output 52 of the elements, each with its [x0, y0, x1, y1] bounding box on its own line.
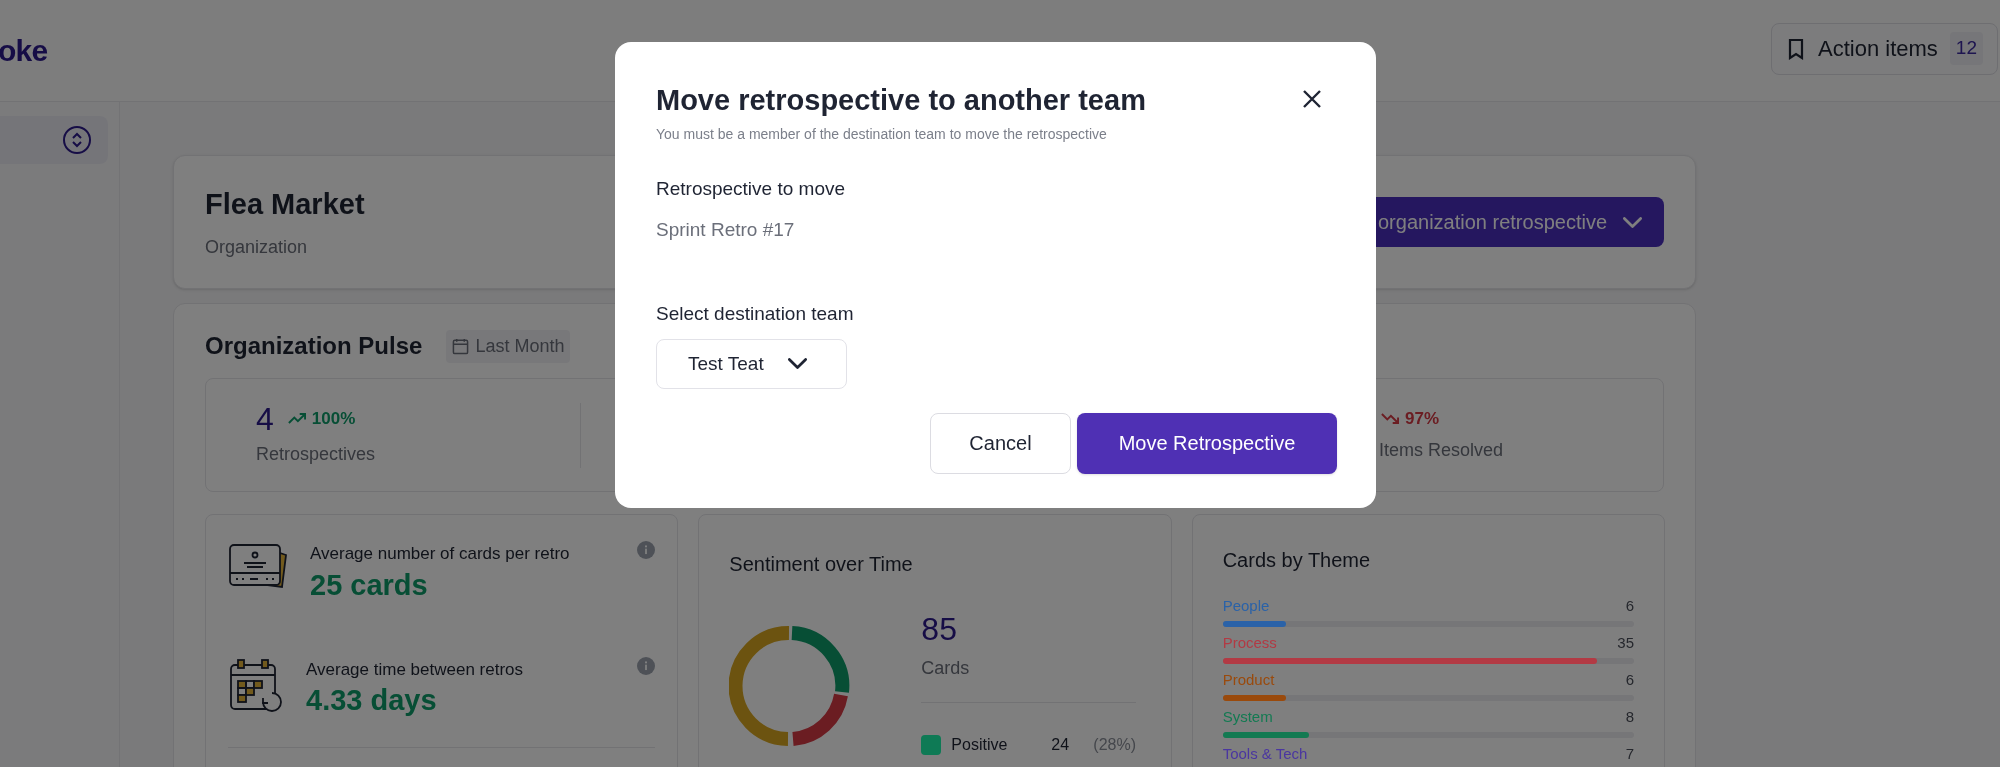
theme-count: 6	[1625, 671, 1634, 689]
pulse-title: Organization Pulse	[205, 331, 423, 361]
logo[interactable]: oke	[0, 28, 48, 73]
close-icon	[1302, 89, 1322, 109]
total-label: Cards	[921, 655, 1137, 703]
cancel-button[interactable]: Cancel	[930, 412, 1071, 474]
stat-change: 100%	[311, 407, 356, 430]
theme-label: People	[1222, 597, 1270, 615]
organization-name: Flea Market	[205, 186, 365, 222]
metric-label: Average number of cards per retro	[310, 543, 571, 565]
metric-value: 25 cards	[310, 567, 429, 603]
calendar-icon	[228, 656, 284, 713]
stat-value: 4	[256, 402, 274, 435]
organization-type: Organization	[205, 236, 309, 260]
legend-count: 24	[1051, 735, 1071, 755]
team-switcher[interactable]	[0, 116, 108, 164]
sentiment-title: Sentiment over Time	[729, 552, 914, 577]
cards-icon	[228, 541, 288, 591]
dialog-title: Move retrospective to another team	[656, 83, 1146, 118]
legend-percent: (28%)	[1093, 735, 1136, 755]
period-badge[interactable]: Last Month	[446, 329, 571, 363]
metric-label: Average time between retros	[306, 658, 525, 681]
retro-label: Retrospective to move	[656, 177, 847, 202]
info-icon[interactable]	[637, 541, 656, 559]
caret-icon	[1623, 216, 1642, 228]
theme-label: Tools & Tech	[1222, 745, 1308, 763]
calendar-icon	[452, 337, 470, 355]
legend-label: Positive	[951, 735, 1009, 755]
info-icon[interactable]	[637, 656, 656, 675]
team-label: Select destination team	[656, 302, 855, 327]
retro-name: Sprint Retro #17	[656, 217, 796, 242]
caret-icon	[787, 358, 807, 370]
action-items-count: 12	[1949, 32, 1983, 65]
dialog-subtitle: You must be a member of the destination team to move the retrospective	[656, 125, 1108, 145]
stat-label: Items Resolved	[1379, 439, 1505, 463]
stat-change: 97%	[1405, 407, 1440, 430]
theme-count: 6	[1625, 597, 1634, 615]
action-items-button[interactable]: Action items 12	[1771, 22, 1998, 75]
action-items-label: Action items	[1818, 35, 1938, 63]
expand-icon	[62, 125, 92, 155]
stat-label: Retrospectives	[256, 442, 377, 466]
theme-label: Process	[1222, 634, 1277, 652]
themes-title: Cards by Theme	[1222, 548, 1372, 573]
move-button[interactable]: Move Retrospective	[1077, 412, 1337, 474]
theme-count: 35	[1617, 634, 1634, 652]
total-value: 85	[921, 610, 958, 649]
theme-count: 7	[1625, 745, 1634, 763]
theme-label: Product	[1222, 671, 1275, 689]
theme-label: System	[1222, 708, 1273, 726]
metric-value: 4.33 days	[306, 683, 438, 719]
team-dropdown[interactable]: Test Teat	[656, 338, 847, 389]
theme-count: 8	[1625, 708, 1634, 726]
